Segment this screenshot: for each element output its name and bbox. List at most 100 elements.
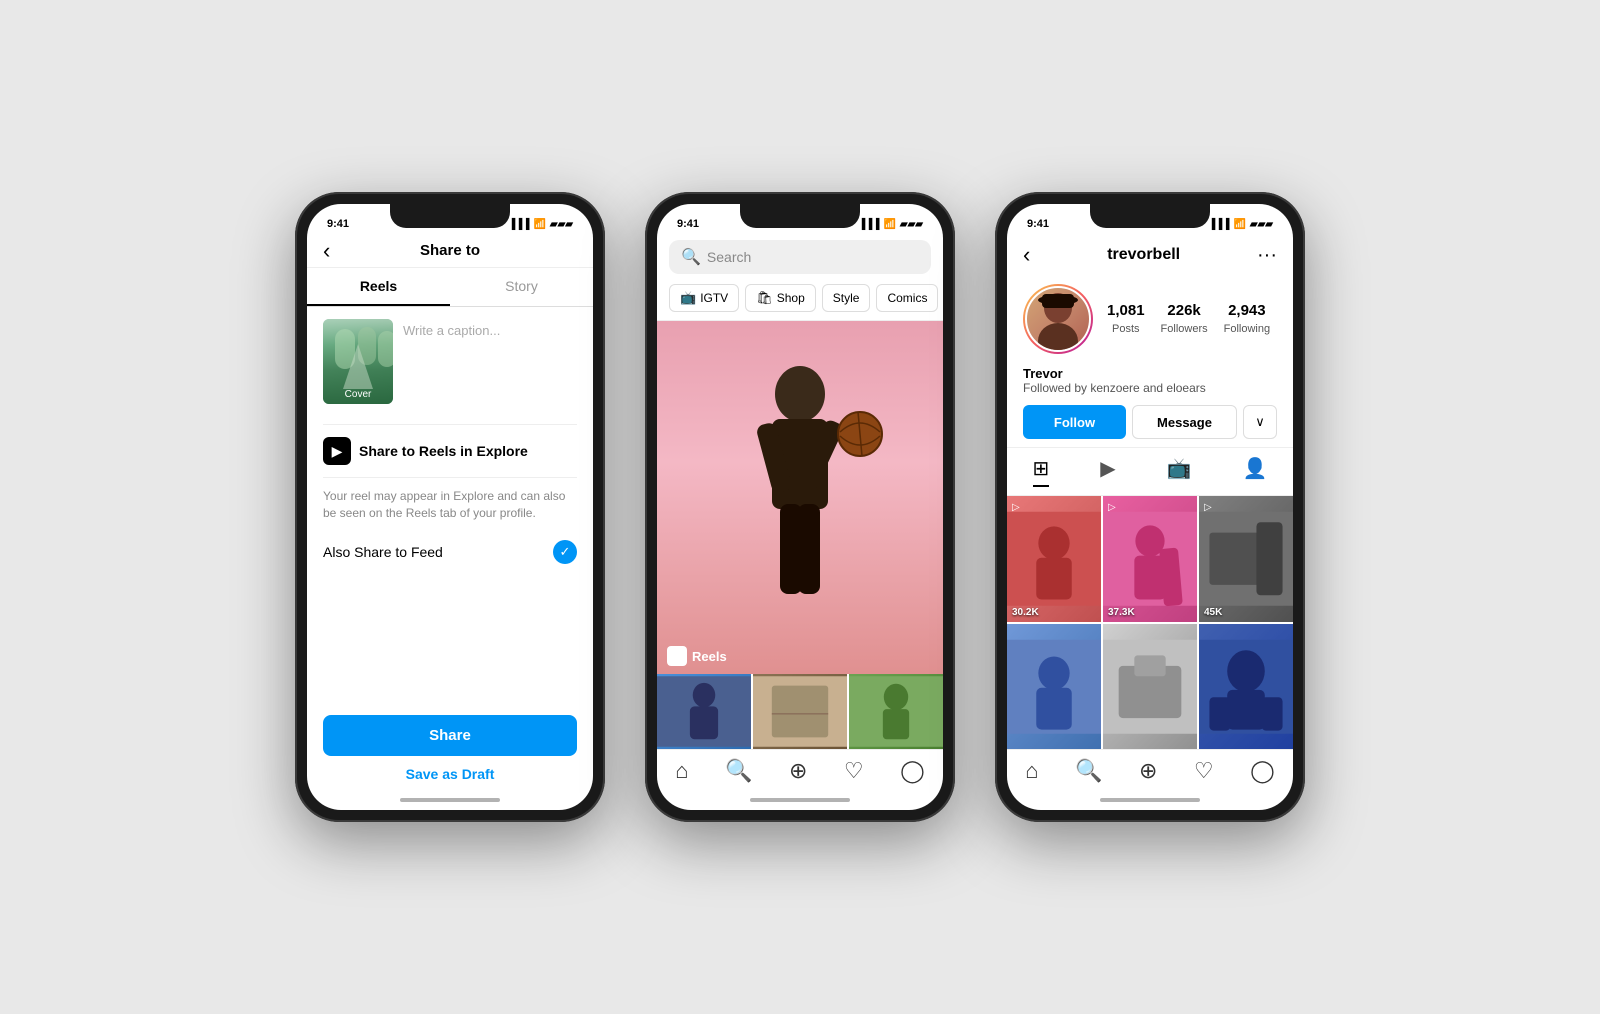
time-3: 9:41: [1027, 218, 1049, 230]
share-reels-title: Share to Reels in Explore: [359, 443, 528, 459]
profile-tabs: ⊞ ▶ 📺 👤: [1007, 447, 1293, 496]
cover-row: Cover Write a caption...: [323, 319, 577, 404]
search-bar[interactable]: 🔍 Search: [669, 240, 931, 274]
photo-1: ▷ 30.2K: [1007, 496, 1101, 622]
follow-button[interactable]: Follow: [1023, 405, 1126, 439]
share-header: ‹ Share to: [307, 234, 593, 268]
followers-count: 226k: [1161, 302, 1208, 319]
reels-text: Reels: [692, 649, 727, 664]
avatar-image: [1025, 286, 1091, 352]
grid-tab-icon[interactable]: ⊞: [1033, 456, 1050, 487]
also-share-toggle[interactable]: ✓: [553, 540, 577, 564]
stat-3: 45K: [1204, 607, 1222, 618]
home-nav-icon[interactable]: ⌂: [675, 758, 688, 784]
profile-avatar[interactable]: [1023, 284, 1093, 354]
posts-count: 1,081: [1107, 302, 1145, 319]
photo-3: ▷ 45K: [1199, 496, 1293, 622]
play-icon-3: ▷: [1204, 502, 1212, 513]
play-icon-1: ▷: [1012, 502, 1020, 513]
dropdown-button[interactable]: ∨: [1243, 405, 1277, 439]
thumb-1[interactable]: [657, 674, 751, 749]
search-nav-icon[interactable]: 🔍: [725, 758, 752, 784]
cat-shop-label: Shop: [777, 291, 805, 305]
play-icon-2: ▷: [1108, 502, 1116, 513]
photo-grid: ▷ 30.2K ▷ 37.3K: [1007, 496, 1293, 749]
main-reel[interactable]: ▶ Reels: [657, 321, 943, 674]
igtv-tab-icon[interactable]: 📺: [1167, 456, 1192, 487]
profile-username: trevorbell: [1107, 246, 1180, 264]
profile-nav-icon[interactable]: ◯: [900, 758, 925, 784]
time-2: 9:41: [677, 218, 699, 230]
also-share-label: Also Share to Feed: [323, 544, 443, 560]
profile-name-area: Trevor Followed by kenzoere and eloears: [1007, 362, 1293, 401]
reels-tab-icon[interactable]: ▶: [1100, 456, 1115, 487]
cover-thumbnail[interactable]: Cover: [323, 319, 393, 404]
search-input[interactable]: Search: [707, 249, 751, 265]
phone-2: 9:41 ▐▐▐ 📶 ▰▰▰ 🔍 Search 📺 IGTV: [645, 192, 955, 822]
home-nav-icon-3[interactable]: ⌂: [1025, 758, 1038, 784]
cat-style[interactable]: Style: [822, 284, 871, 312]
photo-cell-4[interactable]: [1007, 624, 1101, 750]
status-icons-3: ▐▐▐ 📶 ▰▰▰: [1208, 219, 1273, 230]
heart-nav-icon[interactable]: ♡: [844, 758, 864, 784]
stat-1: 30.2K: [1012, 607, 1039, 618]
phone-1: 9:41 ▐▐▐ 📶 ▰▰▰ ‹ Share to Reels Story: [295, 192, 605, 822]
share-reels-desc: Your reel may appear in Explore and can …: [323, 488, 577, 522]
profile-name: Trevor: [1023, 366, 1277, 381]
following-count: 2,943: [1224, 302, 1270, 319]
nav-bar-3: ⌂ 🔍 ⊕ ♡ ◯: [1007, 749, 1293, 792]
caption-input[interactable]: Write a caption...: [403, 319, 577, 404]
cover-label: Cover: [323, 389, 393, 400]
signal-icon-3: ▐▐▐: [1208, 219, 1229, 230]
add-nav-icon-3[interactable]: ⊕: [1139, 758, 1157, 784]
share-button[interactable]: Share: [323, 715, 577, 756]
heart-nav-icon-3[interactable]: ♡: [1194, 758, 1214, 784]
cat-comics[interactable]: Comics: [876, 284, 938, 312]
stat-following[interactable]: 2,943 Following: [1224, 302, 1270, 337]
profile-nav-icon-3[interactable]: ◯: [1250, 758, 1275, 784]
profile-actions: Follow Message ∨: [1007, 401, 1293, 447]
thumb-3[interactable]: [849, 674, 943, 749]
stat-2: 37.3K: [1108, 607, 1135, 618]
home-indicator-2: [750, 798, 850, 802]
photo-4: [1007, 624, 1101, 750]
stat-followers[interactable]: 226k Followers: [1161, 302, 1208, 337]
tagged-tab-icon[interactable]: 👤: [1243, 456, 1268, 487]
wifi-icon-2: 📶: [883, 219, 895, 230]
photo-cell-5[interactable]: [1103, 624, 1197, 750]
cat-igtv[interactable]: 📺 IGTV: [669, 284, 739, 312]
reels-small-icon: ▶: [667, 646, 687, 666]
search-bar-container: 🔍 Search: [657, 234, 943, 280]
profile-more-icon[interactable]: ···: [1257, 244, 1277, 267]
cat-shop[interactable]: 🛍 Shop: [745, 284, 816, 312]
reel-person-figure: [700, 354, 900, 654]
photo-5: [1103, 624, 1197, 750]
battery-icon: ▰▰▰: [550, 219, 573, 230]
signal-icon: ▐▐▐: [508, 219, 529, 230]
photo-cell-3[interactable]: ▷ 45K: [1199, 496, 1293, 622]
message-button[interactable]: Message: [1132, 405, 1237, 439]
photo-cell-6[interactable]: [1199, 624, 1293, 750]
stat-posts: 1,081 Posts: [1107, 302, 1145, 337]
photo-6: [1199, 624, 1293, 750]
profile-info: 1,081 Posts 226k Followers 2,943 Followi…: [1007, 276, 1293, 362]
notch-1: [390, 204, 510, 228]
save-draft-link[interactable]: Save as Draft: [323, 766, 577, 782]
share-reels-row: ▶ Share to Reels in Explore: [323, 424, 577, 478]
home-indicator-3: [1100, 798, 1200, 802]
thumb-2[interactable]: [753, 674, 847, 749]
tab-reels[interactable]: Reels: [307, 268, 450, 306]
thumb-grid: [657, 674, 943, 749]
tab-story[interactable]: Story: [450, 268, 593, 306]
notch-3: [1090, 204, 1210, 228]
home-indicator-1: [400, 798, 500, 802]
photo-cell-1[interactable]: ▷ 30.2K: [1007, 496, 1101, 622]
photo-cell-2[interactable]: ▷ 37.3K: [1103, 496, 1197, 622]
explore-content: 🔍 Search 📺 IGTV 🛍 Shop Style Comi: [657, 234, 943, 792]
back-button[interactable]: ‹: [323, 238, 330, 264]
add-nav-icon[interactable]: ⊕: [789, 758, 807, 784]
search-nav-icon-3[interactable]: 🔍: [1075, 758, 1102, 784]
profile-back-icon[interactable]: ‹: [1023, 242, 1030, 268]
phone-3: 9:41 ▐▐▐ 📶 ▰▰▰ ‹ trevorbell ···: [995, 192, 1305, 822]
reels-symbol: ▶: [332, 443, 343, 460]
